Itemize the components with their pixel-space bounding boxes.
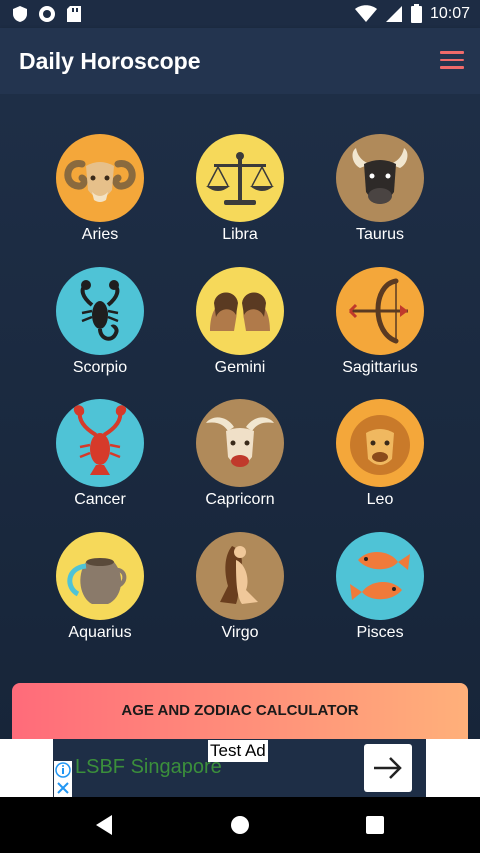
sign-cancer[interactable]: Cancer [40,399,160,509]
virgo-icon [196,532,284,620]
wifi-icon [354,4,377,22]
app-title: Daily Horoscope [19,48,201,74]
capricorn-icon [196,399,284,487]
status-bar: 10:07 [0,0,480,28]
sign-scorpio[interactable]: Scorpio [40,267,160,377]
sign-sagittarius[interactable]: Sagittarius [320,267,440,377]
arrow-right-icon[interactable] [364,744,412,792]
sign-label: Scorpio [72,359,128,376]
sign-libra[interactable]: Libra [180,134,300,244]
sign-label: Pisces [356,624,404,641]
sign-label: Capricorn [205,491,275,508]
sign-label: Aquarius [68,624,132,641]
sign-gemini[interactable]: Gemini [180,267,300,377]
pisces-icon [336,532,424,620]
libra-icon [196,134,284,222]
navigation-bar [0,797,480,853]
aries-icon [56,134,144,222]
menu-icon[interactable] [440,51,464,71]
taurus-icon [336,134,424,222]
ad-tag: Test Ad [208,740,268,762]
leo-icon [336,399,424,487]
sign-leo[interactable]: Leo [320,399,440,509]
gemini-icon [196,267,284,355]
sign-pisces[interactable]: Pisces [320,532,440,642]
sign-label: Taurus [355,226,405,243]
battery-icon [410,4,422,23]
sign-label: Leo [366,491,394,508]
aquarius-icon [56,532,144,620]
sign-aquarius[interactable]: Aquarius [40,532,160,642]
ad-text: LSBF Singapore [75,756,222,778]
age-zodiac-calculator-button[interactable]: AGE AND ZODIAC CALCULATOR [12,683,468,739]
shield-icon [13,6,27,22]
sign-label: Virgo [221,624,259,641]
sign-label: Libra [222,226,258,243]
sd-card-icon [67,6,81,22]
ad-info-icon[interactable] [54,761,72,797]
sagittarius-icon [336,267,424,355]
cancer-icon [56,399,144,487]
sign-label: Cancer [74,491,126,508]
record-icon [39,6,55,22]
sign-label: Sagittarius [342,359,418,376]
sign-taurus[interactable]: Taurus [320,134,440,244]
sign-capricorn[interactable]: Capricorn [180,399,300,509]
app-bar: Daily Horoscope [0,28,480,94]
recents-icon[interactable] [361,811,389,839]
home-icon[interactable] [226,811,254,839]
sign-aries[interactable]: Aries [40,134,160,244]
status-time: 10:07 [429,4,470,22]
back-icon[interactable] [92,811,120,839]
sign-label: Aries [81,226,119,243]
scorpio-icon [56,267,144,355]
sign-label: Gemini [214,359,266,376]
signal-icon [385,5,402,22]
sign-virgo[interactable]: Virgo [180,532,300,642]
